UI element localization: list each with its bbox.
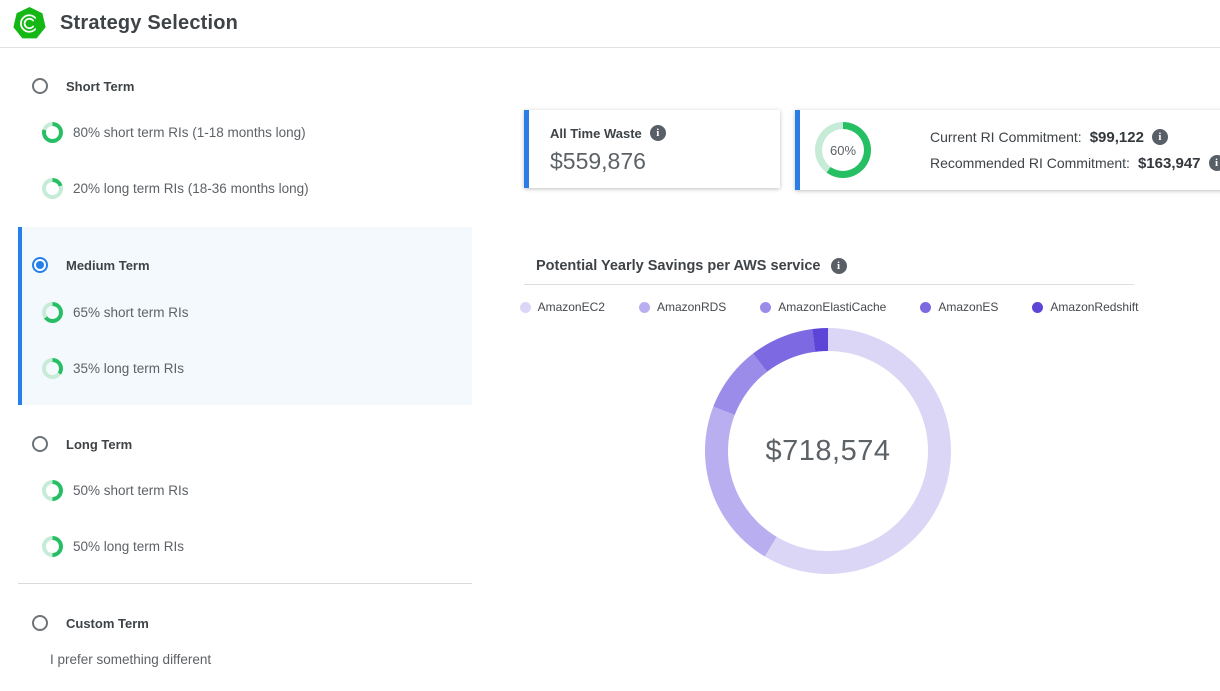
radio-unselected-icon[interactable] [32,78,48,94]
page-header: Strategy Selection [0,0,1220,48]
custom-term-description: I prefer something different [50,652,211,667]
savings-donut-chart[interactable]: $718,574 [705,328,951,574]
radio-selected-icon[interactable] [32,257,48,273]
mini-donut-icon [42,178,63,199]
waste-card-title: All Time Waste [550,126,642,141]
info-icon[interactable] [831,258,847,274]
donut-total-label: $718,574 [705,328,951,574]
legend-dot-icon [639,302,650,313]
strategy-short-term[interactable]: Short Term [32,78,134,94]
legend-dot-icon [1032,302,1043,313]
legend-label: AmazonElastiCache [778,300,886,314]
legend-dot-icon [520,302,531,313]
strategy-custom-term[interactable]: Custom Term [32,615,149,631]
radio-unselected-icon[interactable] [32,615,48,631]
option-label: 80% short term RIs (1-18 months long) [73,125,306,140]
mini-donut-icon [42,302,63,323]
legend-item-AmazonElastiCache[interactable]: AmazonElastiCache [760,300,886,314]
info-icon[interactable] [1152,129,1168,145]
legend-item-AmazonRedshift[interactable]: AmazonRedshift [1032,300,1138,314]
radio-unselected-icon[interactable] [32,436,48,452]
legend-item-AmazonES[interactable]: AmazonES [920,300,998,314]
option-label: 35% long term RIs [73,361,184,376]
legend-item-AmazonEC2[interactable]: AmazonEC2 [520,300,605,314]
strategy-label: Custom Term [66,616,149,631]
strategy-medium-term[interactable]: Medium Term [32,257,150,273]
recommended-commitment-label: Recommended RI Commitment: [930,155,1130,171]
chart-legend: AmazonEC2 AmazonRDS AmazonElastiCache Amazo… [524,300,1134,314]
chart-title: Potential Yearly Savings per AWS service [536,258,821,274]
ri-commitment-card: 60% Current RI Commitment: $99,122 Recom… [795,110,1220,190]
legend-dot-icon [760,302,771,313]
strategy-option: 50% short term RIs [42,480,189,501]
divider [18,583,472,584]
strategy-label: Long Term [66,437,132,452]
legend-label: AmazonES [938,300,998,314]
strategy-option: 50% long term RIs [42,536,184,557]
current-commitment-value: $99,122 [1090,129,1144,146]
legend-label: AmazonRDS [657,300,726,314]
info-icon[interactable] [1209,155,1220,171]
mini-donut-icon [42,122,63,143]
legend-label: AmazonRedshift [1050,300,1138,314]
legend-dot-icon [920,302,931,313]
strategy-option: 20% long term RIs (18-36 months long) [42,178,309,199]
strategy-long-term[interactable]: Long Term [32,436,132,452]
mini-donut-icon [42,536,63,557]
all-time-waste-card: All Time Waste $559,876 [524,110,780,188]
savings-chart-card: Potential Yearly Savings per AWS service… [524,250,1134,314]
strategy-option: 35% long term RIs [42,358,184,379]
cloudability-logo-icon [13,7,46,40]
coverage-gauge: 60% [815,122,871,178]
option-label: 50% long term RIs [73,539,184,554]
strategy-selection-page: Strategy Selection Short Term 80% short … [0,0,1220,691]
strategy-option: 80% short term RIs (1-18 months long) [42,122,306,143]
current-commitment-row: Current RI Commitment: $99,122 [930,129,1220,146]
legend-label: AmazonEC2 [538,300,605,314]
info-icon[interactable] [650,125,666,141]
page-title: Strategy Selection [60,12,238,35]
waste-card-value: $559,876 [550,148,780,175]
legend-item-AmazonRDS[interactable]: AmazonRDS [639,300,726,314]
strategy-medium-term-selected-panel: Medium Term 65% short term RIs 35% long … [18,227,472,405]
strategy-option: 65% short term RIs [42,302,189,323]
mini-donut-icon [42,358,63,379]
mini-donut-icon [42,480,63,501]
recommended-commitment-value: $163,947 [1138,155,1201,172]
gauge-percent-label: 60% [815,122,871,178]
strategy-label: Short Term [66,79,134,94]
option-label: 20% long term RIs (18-36 months long) [73,181,309,196]
current-commitment-label: Current RI Commitment: [930,129,1082,145]
option-label: 65% short term RIs [73,305,189,320]
strategy-label: Medium Term [66,258,150,273]
recommended-commitment-row: Recommended RI Commitment: $163,947 [930,155,1220,172]
option-label: 50% short term RIs [73,483,189,498]
